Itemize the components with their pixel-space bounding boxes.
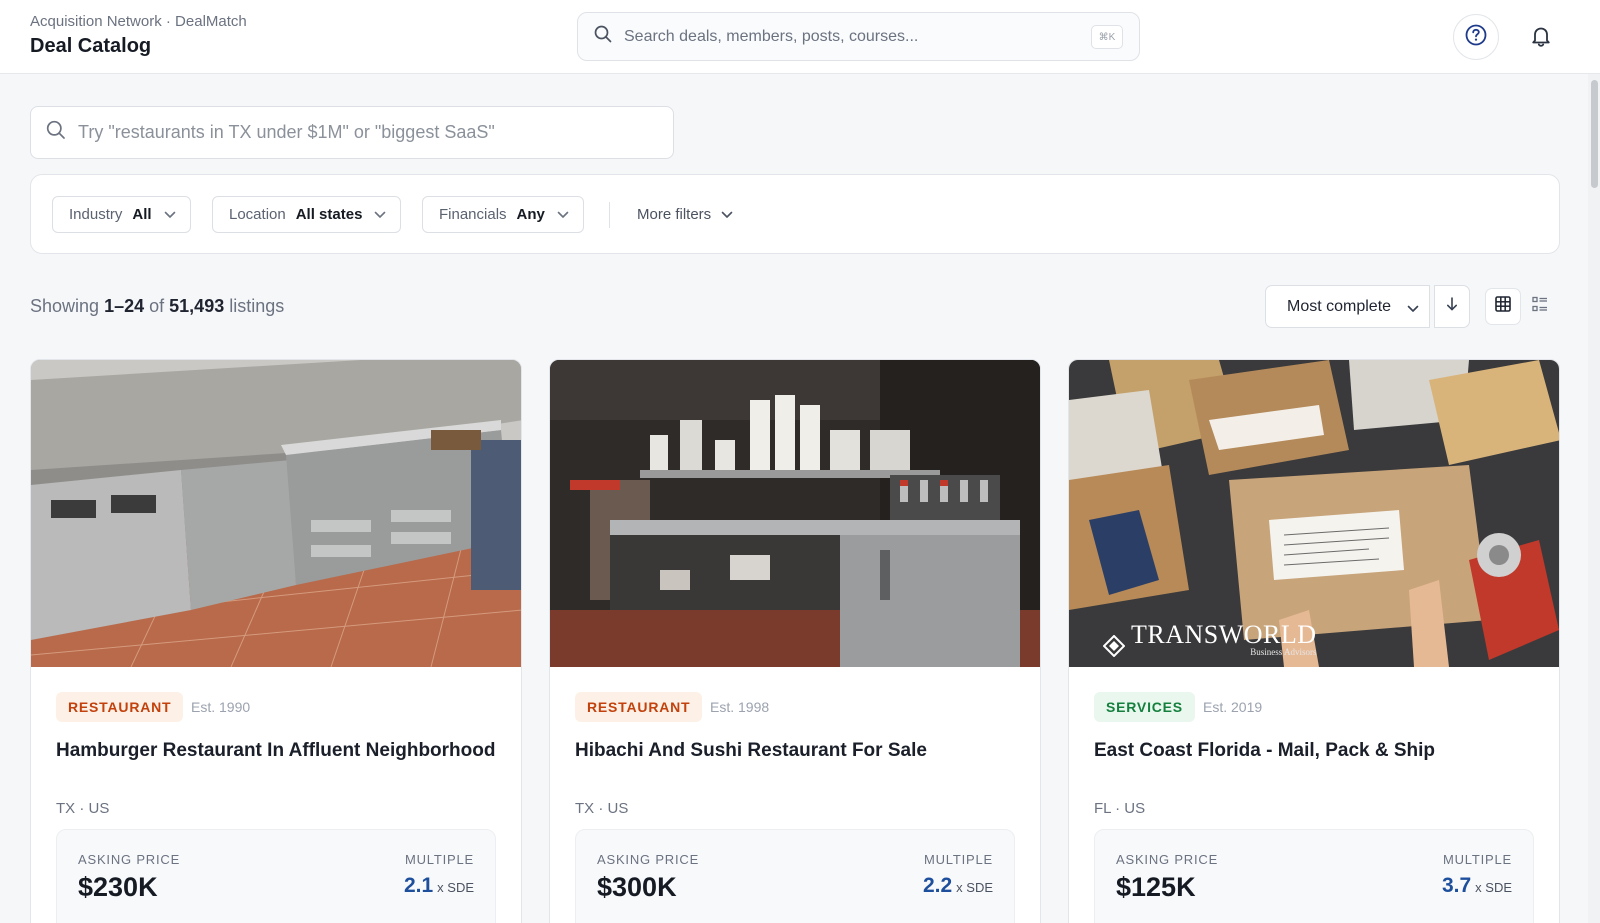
chevron-down-icon — [721, 206, 733, 223]
multiple-label: MULTIPLE — [1442, 852, 1512, 867]
results-range: 1–24 — [104, 296, 145, 316]
multiple-number: 2.2 — [922, 874, 953, 897]
results-prefix: Showing — [30, 296, 100, 316]
multiple-unit: x SDE — [437, 880, 474, 895]
filter-location-label: Location — [229, 206, 286, 223]
listing-image-kitchen[interactable] — [31, 360, 521, 667]
category-badge: RESTAURANT — [575, 692, 703, 722]
listing-card[interactable]: RESTAURANT Est. 1990 Hamburger Restauran… — [30, 359, 522, 923]
filter-financials-value: Any — [516, 206, 545, 223]
asking-price: $300K — [597, 872, 677, 902]
filter-divider — [609, 202, 610, 228]
results-of: of — [149, 296, 165, 316]
diamond-icon — [1103, 635, 1125, 657]
multiple-value: 2.1 x SDE — [404, 874, 474, 898]
results-suffix: listings — [229, 296, 285, 316]
established-year: Est. 2019 — [1203, 699, 1263, 715]
category-badge: RESTAURANT — [56, 692, 184, 722]
search-icon — [46, 120, 66, 145]
listing-location: TX · US — [575, 800, 629, 817]
arrow-down-icon — [1446, 297, 1458, 316]
multiple-value: 3.7 x SDE — [1442, 874, 1512, 898]
bell-icon — [1529, 24, 1553, 53]
financials-summary: ASKING PRICE MULTIPLE $300K 2.2 x SDE — [575, 829, 1015, 923]
multiple-number: 2.1 — [403, 874, 434, 897]
asking-price: $230K — [78, 872, 158, 902]
listing-image-prep-station[interactable] — [550, 360, 1040, 667]
listing-title[interactable]: East Coast Florida - Mail, Pack & Ship — [1094, 738, 1534, 764]
question-circle-icon — [1465, 24, 1487, 51]
listing-card[interactable]: RESTAURANT Est. 1998 Hibachi And Sushi R… — [549, 359, 1041, 923]
chevron-down-icon — [164, 206, 176, 223]
category-badge: SERVICES — [1094, 692, 1195, 722]
filter-location-value: All states — [295, 206, 363, 223]
multiple-label: MULTIPLE — [404, 852, 474, 867]
list-view-button[interactable] — [1522, 288, 1558, 325]
global-search[interactable]: ⌘K — [577, 12, 1140, 61]
asking-price: $125K — [1116, 872, 1196, 902]
financials-summary: ASKING PRICE MULTIPLE $125K 3.7 x SDE — [1094, 829, 1534, 923]
asking-price-label: ASKING PRICE — [78, 852, 181, 867]
asking-price-label: ASKING PRICE — [597, 852, 700, 867]
multiple-unit: x SDE — [1475, 880, 1512, 895]
established-year: Est. 1990 — [191, 699, 251, 715]
more-filters-button[interactable]: More filters — [637, 196, 743, 233]
filter-financials-label: Financials — [439, 206, 507, 223]
financials-summary: ASKING PRICE MULTIPLE $230K 2.1 x SDE — [56, 829, 496, 923]
filter-financials[interactable]: Financials Any — [422, 196, 584, 233]
listing-title[interactable]: Hibachi And Sushi Restaurant For Sale — [575, 738, 1015, 764]
sort-select[interactable]: Most complete — [1265, 285, 1430, 328]
breadcrumb[interactable]: Acquisition Network · DealMatch — [30, 13, 247, 30]
shortcut-hint: ⌘K — [1091, 25, 1123, 49]
filter-industry[interactable]: Industry All — [52, 196, 191, 233]
grid-icon — [1495, 296, 1511, 317]
scrollbar-thumb[interactable] — [1591, 80, 1598, 188]
listing-location: TX · US — [56, 800, 110, 817]
search-icon — [594, 25, 612, 48]
filter-industry-value: All — [132, 206, 152, 223]
transworld-logo: TRANSWORLD Business Advisors — [1103, 622, 1317, 657]
listing-image-shipping[interactable]: TRANSWORLD Business Advisors — [1069, 360, 1559, 667]
multiple-value: 2.2 x SDE — [923, 874, 993, 898]
listing-card[interactable]: TRANSWORLD Business Advisors SERVICES Es… — [1068, 359, 1560, 923]
watermark-subtext: Business Advisors — [1250, 647, 1317, 657]
global-search-input[interactable] — [624, 27, 1064, 46]
help-button[interactable] — [1453, 14, 1499, 60]
list-icon — [1532, 296, 1548, 317]
filter-location[interactable]: Location All states — [212, 196, 402, 233]
nl-search-input[interactable] — [78, 122, 638, 143]
sort-value: Most complete — [1287, 297, 1392, 315]
established-year: Est. 1998 — [710, 699, 770, 715]
watermark-text: TRANSWORLD — [1131, 620, 1317, 649]
filter-bar: Industry All Location All states Financi… — [30, 174, 1560, 254]
multiple-number: 3.7 — [1441, 874, 1472, 897]
asking-price-label: ASKING PRICE — [1116, 852, 1219, 867]
listing-location: FL · US — [1094, 800, 1146, 817]
top-bar: Acquisition Network · DealMatch Deal Cat… — [0, 0, 1600, 74]
scrollbar-track[interactable] — [1588, 74, 1600, 923]
listing-title[interactable]: Hamburger Restaurant In Affluent Neighbo… — [56, 738, 496, 764]
chevron-down-icon — [374, 206, 386, 223]
chevron-down-icon — [1407, 300, 1419, 318]
chevron-down-icon — [557, 206, 569, 223]
more-filters-label: More filters — [637, 206, 712, 223]
page-title: Deal Catalog — [30, 35, 152, 57]
sort-direction-button[interactable] — [1434, 285, 1470, 328]
results-count: Showing 1–24 of 51,493 listings — [30, 296, 284, 317]
multiple-unit: x SDE — [956, 880, 993, 895]
notifications-button[interactable] — [1520, 17, 1562, 59]
natural-language-search[interactable] — [30, 106, 674, 159]
grid-view-button[interactable] — [1485, 288, 1521, 325]
filter-industry-label: Industry — [69, 206, 123, 223]
results-total: 51,493 — [169, 296, 225, 316]
multiple-label: MULTIPLE — [923, 852, 993, 867]
